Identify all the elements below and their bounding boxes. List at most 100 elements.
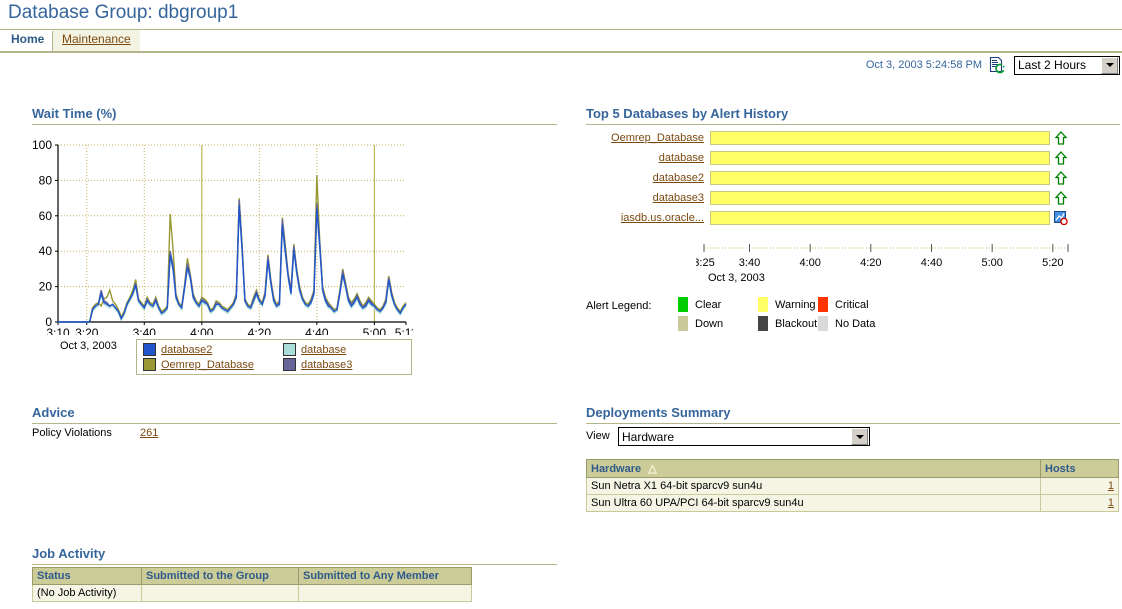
legend-item-database3[interactable]: database3	[283, 358, 352, 371]
column-header-hosts[interactable]: Hosts	[1040, 459, 1119, 478]
arrow-up-icon[interactable]	[1054, 171, 1068, 185]
table-header-row: Status Submitted to the Group Submitted …	[32, 567, 472, 585]
column-header-submitted-group: Submitted to the Group	[141, 567, 299, 585]
legend-label-database: database	[301, 343, 347, 356]
page-root: Database Group: dbgroup1 Home Maintenanc…	[0, 0, 1122, 609]
cell-hardware: Sun Ultra 60 UPA/PCI 64-bit sparcv9 sun4…	[586, 494, 1041, 512]
table-row: Sun Netra X1 64-bit sparcv9 sun4u 1	[586, 477, 1119, 495]
view-label: View	[586, 430, 610, 442]
top5-database-link[interactable]: database2	[586, 172, 706, 184]
tab-bar: Home Maintenance	[0, 30, 1122, 51]
alert-legend-swatch	[818, 297, 828, 312]
legend-swatch-database	[283, 343, 296, 356]
column-header-submitted-member: Submitted to Any Member	[298, 567, 472, 585]
top5-heading: Top 5 Databases by Alert History	[586, 106, 789, 121]
svg-text:4:20: 4:20	[248, 326, 272, 335]
alert-legend-swatch	[678, 316, 688, 331]
cell-hosts: 1	[1040, 494, 1119, 512]
svg-text:4:40: 4:40	[921, 257, 942, 269]
svg-text:4:20: 4:20	[860, 257, 881, 269]
column-header-hosts-label: Hosts	[1045, 462, 1076, 475]
alert-legend-label: No Data	[835, 317, 876, 330]
alert-legend-title: Alert Legend:	[586, 300, 652, 312]
column-header-submitted-group-label: Submitted to the Group	[146, 570, 269, 582]
legend-item-oemrep-database[interactable]: Oemrep_Database	[143, 358, 254, 371]
top5-database-link[interactable]: iasdb.us.oracle...	[586, 212, 706, 224]
column-header-status: Status	[32, 567, 142, 585]
svg-text:100: 100	[32, 138, 52, 152]
alert-legend-label: Down	[695, 317, 724, 330]
alert-legend-item: Blackout	[758, 316, 817, 331]
alert-legend-label: Critical	[835, 298, 869, 311]
chevron-down-icon[interactable]	[851, 428, 868, 445]
job-activity-table: Status Submitted to the Group Submitted …	[32, 567, 472, 602]
svg-text:5:20: 5:20	[1042, 257, 1063, 269]
wait-time-legend: database2 database Oemrep_Database datab…	[136, 339, 412, 375]
svg-text:3:25: 3:25	[696, 257, 715, 269]
table-row: Sun Ultra 60 UPA/PCI 64-bit sparcv9 sun4…	[586, 494, 1119, 512]
legend-label-database2: database2	[161, 343, 213, 356]
alert-legend-item: Critical	[818, 297, 869, 312]
alert-history-bar	[710, 191, 1050, 205]
alert-legend-swatch	[818, 316, 828, 331]
column-header-status-label: Status	[37, 570, 71, 582]
table-row: (No Job Activity)	[32, 584, 472, 602]
legend-item-database2[interactable]: database2	[143, 343, 212, 356]
svg-text:5:00: 5:00	[981, 257, 1002, 269]
tab-home[interactable]: Home	[2, 30, 54, 51]
svg-text:3:40: 3:40	[739, 257, 760, 269]
time-period-select[interactable]: Last 2 Hours	[1014, 55, 1120, 75]
job-activity-divider	[32, 564, 557, 565]
alert-history-bar	[710, 131, 1050, 145]
top5-database-link[interactable]: database3	[586, 192, 706, 204]
alert-legend-item: Warning	[758, 297, 816, 312]
arrow-up-icon[interactable]	[1054, 191, 1068, 205]
cell-hardware: Sun Netra X1 64-bit sparcv9 sun4u	[586, 477, 1041, 495]
wait-time-axis-date: Oct 3, 2003	[60, 340, 117, 352]
wait-time-chart: 0204060801003:10 3:20 3:40 4:00 4:20 4:40 5:00…	[32, 138, 413, 335]
refresh-page-icon[interactable]	[988, 56, 1014, 74]
svg-text:4:00: 4:00	[190, 326, 214, 335]
legend-label-oemrep-database: Oemrep_Database	[161, 358, 254, 371]
policy-violations-value[interactable]: 261	[140, 427, 158, 439]
arrow-up-icon[interactable]	[1054, 131, 1068, 145]
arrow-up-icon[interactable]	[1054, 151, 1068, 165]
alert-legend-item: Clear	[678, 297, 721, 312]
top5-row: database2	[586, 170, 1068, 186]
sort-ascending-icon: △	[648, 463, 657, 475]
alert-legend-label: Clear	[695, 298, 722, 311]
deployments-heading: Deployments Summary	[586, 405, 731, 420]
column-header-hardware[interactable]: Hardware △	[586, 459, 1041, 478]
toolbar-right: Oct 3, 2003 5:24:58 PM Last 2 Hours	[866, 54, 1120, 76]
tab-maintenance[interactable]: Maintenance	[53, 30, 140, 51]
legend-label-database3: database3	[301, 358, 353, 371]
tab-separator	[52, 31, 53, 51]
top5-axis-date: Oct 3, 2003	[708, 272, 765, 284]
hosts-count-link[interactable]: 1	[1108, 497, 1114, 509]
chevron-down-icon[interactable]	[1101, 56, 1118, 74]
alert-legend-item: Down	[678, 316, 723, 331]
timestamp-text: Oct 3, 2003 5:24:58 PM	[865, 59, 982, 71]
chart-error-icon[interactable]	[1054, 211, 1068, 225]
legend-item-database[interactable]: database	[283, 343, 346, 356]
alert-legend-swatch	[758, 316, 768, 331]
svg-text:4:40: 4:40	[305, 326, 329, 335]
top5-row: database3	[586, 190, 1068, 206]
legend-swatch-oemrep-database	[143, 358, 156, 371]
svg-text:40: 40	[39, 244, 53, 258]
top5-database-link[interactable]: database	[586, 152, 706, 164]
svg-text:5:00: 5:00	[363, 326, 387, 335]
top5-database-link[interactable]: Oemrep_Database	[586, 132, 706, 144]
column-header-submitted-member-label: Submitted to Any Member	[303, 570, 439, 582]
time-period-value: Last 2 Hours	[1018, 58, 1087, 72]
deployments-divider	[586, 423, 1120, 424]
hosts-count-link[interactable]: 1	[1108, 480, 1114, 492]
wait-time-heading: Wait Time (%)	[32, 106, 117, 121]
svg-text:5:11: 5:11	[395, 326, 413, 335]
svg-text:60: 60	[39, 209, 53, 223]
top5-divider	[586, 124, 1120, 125]
svg-text:4:00: 4:00	[799, 257, 820, 269]
cell-hosts: 1	[1040, 477, 1119, 495]
view-select[interactable]: Hardware	[618, 427, 870, 446]
svg-text:3:20: 3:20	[75, 326, 99, 335]
